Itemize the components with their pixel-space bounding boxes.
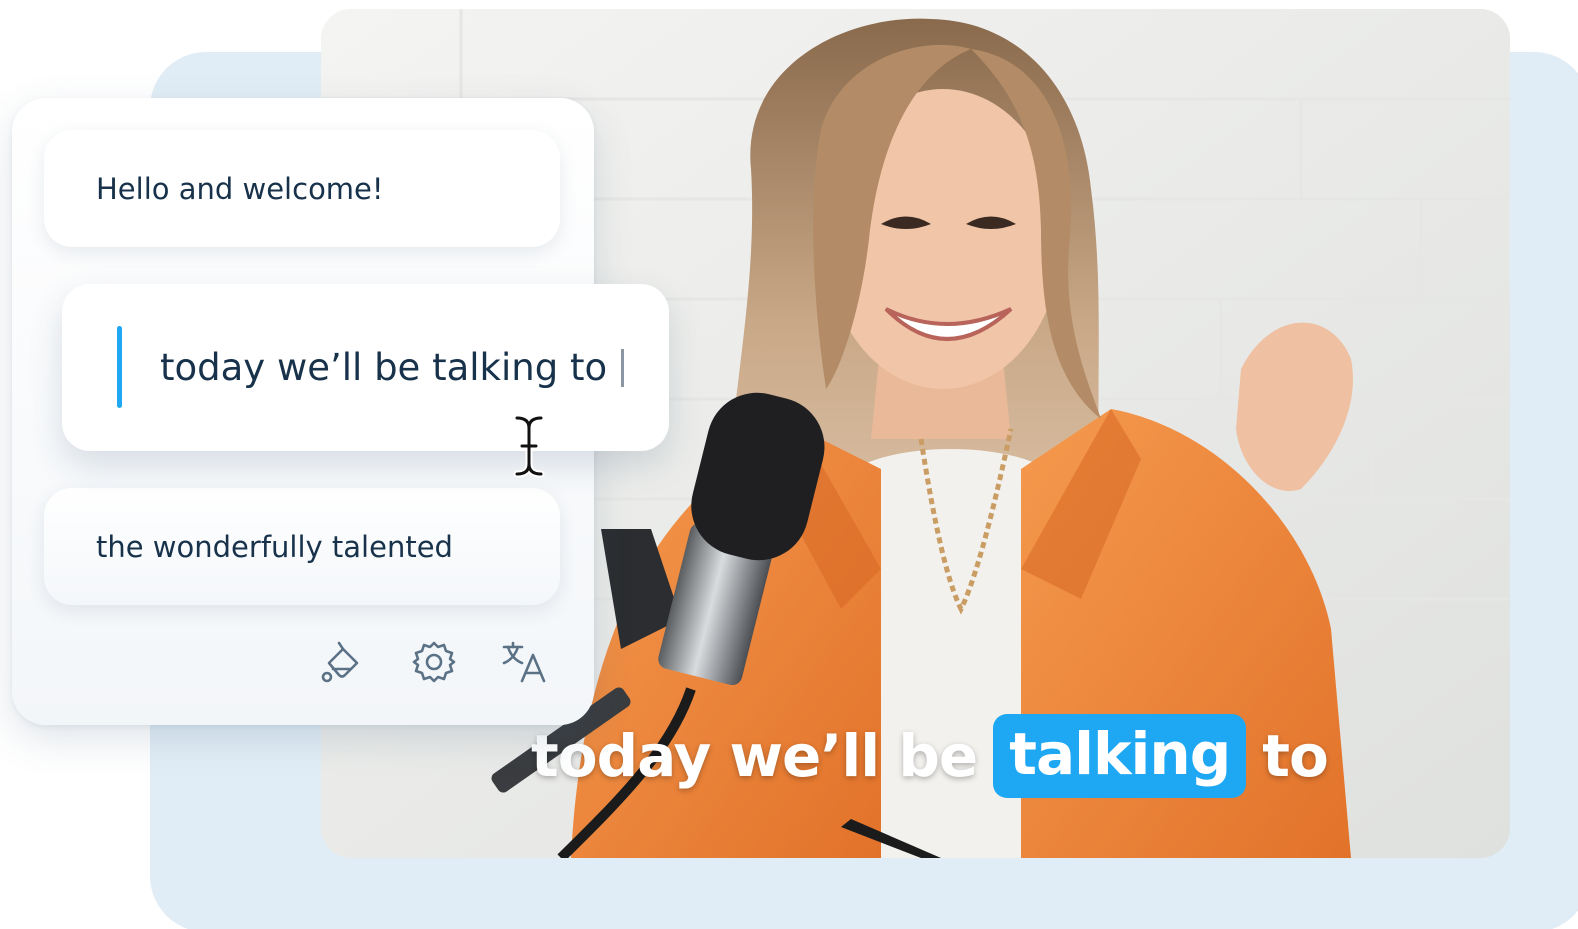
stage: today we’ll be talking to Hello and welc… — [0, 0, 1578, 929]
text-caret — [621, 348, 625, 387]
gear-icon[interactable] — [408, 636, 460, 688]
caption-highlighted-word: talking — [993, 714, 1247, 798]
paint-bucket-icon[interactable] — [316, 636, 368, 688]
subtitle-segment-active[interactable]: today we’ll be talking to — [62, 284, 669, 451]
translate-icon[interactable] — [498, 636, 550, 688]
active-segment-indicator — [117, 326, 122, 408]
caption-text-before: today we’ll be — [531, 722, 978, 790]
subtitle-segment[interactable]: the wonderfully talented — [44, 488, 560, 605]
burned-in-caption: today we’ll be talking to — [531, 701, 1329, 811]
text-cursor-icon — [512, 414, 546, 478]
subtitle-segment[interactable]: Hello and welcome! — [44, 130, 560, 247]
caption-text-after: to — [1262, 722, 1329, 790]
subtitle-segment-text: the wonderfully talented — [96, 529, 453, 564]
subtitle-segment-text: Hello and welcome! — [96, 171, 384, 206]
subtitle-segment-text[interactable]: today we’ll be talking to — [160, 346, 607, 389]
